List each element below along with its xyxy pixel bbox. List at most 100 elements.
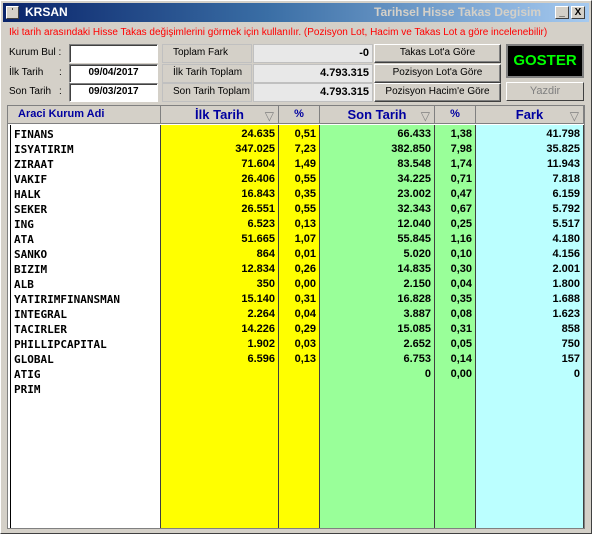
cell-ilk[interactable]: 15.140	[161, 292, 278, 307]
cell-ilk[interactable]: 51.665	[161, 232, 278, 247]
cell-fark[interactable]: 858	[476, 322, 583, 337]
cell-fark[interactable]: 2.001	[476, 262, 583, 277]
header-son-tarih[interactable]: Son Tarih ▽	[320, 106, 435, 124]
cell-p2[interactable]	[435, 382, 475, 397]
pozisyon-lot-button[interactable]: Pozisyon Lot'a Göre	[374, 64, 501, 83]
cell-p1[interactable]: 0,55	[279, 172, 319, 187]
cell-fark[interactable]: 5.792	[476, 202, 583, 217]
cell-son[interactable]: 83.548	[320, 157, 434, 172]
cell-p2[interactable]: 0,31	[435, 322, 475, 337]
cell-ilk[interactable]: 16.843	[161, 187, 278, 202]
cell-son[interactable]: 23.002	[320, 187, 434, 202]
cell-ilk[interactable]: 347.025	[161, 142, 278, 157]
cell-son[interactable]: 66.433	[320, 127, 434, 142]
cell-p2[interactable]: 0,14	[435, 352, 475, 367]
cell-son[interactable]: 55.845	[320, 232, 434, 247]
row-kurum-name[interactable]: PHILLIPCAPITAL	[11, 337, 160, 352]
close-button[interactable]: X	[571, 6, 585, 19]
cell-ilk[interactable]: 6.523	[161, 217, 278, 232]
cell-son[interactable]: 382.850	[320, 142, 434, 157]
cell-ilk[interactable]: 14.226	[161, 322, 278, 337]
cell-p1[interactable]: 0,51	[279, 127, 319, 142]
cell-p1[interactable]: 0,03	[279, 337, 319, 352]
kurum-bul-input[interactable]	[69, 44, 158, 63]
yazdir-button[interactable]: Yazdir	[506, 82, 584, 101]
cell-son[interactable]: 3.887	[320, 307, 434, 322]
row-kurum-name[interactable]: ALB	[11, 277, 160, 292]
cell-ilk[interactable]: 864	[161, 247, 278, 262]
cell-p1[interactable]: 0,13	[279, 217, 319, 232]
cell-son[interactable]: 12.040	[320, 217, 434, 232]
cell-fark[interactable]: 4.156	[476, 247, 583, 262]
row-kurum-name[interactable]: ATA	[11, 232, 160, 247]
row-kurum-name[interactable]: SEKER	[11, 202, 160, 217]
cell-fark[interactable]: 5.517	[476, 217, 583, 232]
cell-ilk[interactable]	[161, 382, 278, 397]
cell-fark[interactable]: 4.180	[476, 232, 583, 247]
cell-p2[interactable]: 0,05	[435, 337, 475, 352]
cell-son[interactable]: 14.835	[320, 262, 434, 277]
cell-ilk[interactable]: 24.635	[161, 127, 278, 142]
cell-fark[interactable]: 1.688	[476, 292, 583, 307]
cell-p1[interactable]: 7,23	[279, 142, 319, 157]
cell-ilk[interactable]: 12.834	[161, 262, 278, 277]
cell-p2[interactable]: 1,38	[435, 127, 475, 142]
cell-p1[interactable]: 1,07	[279, 232, 319, 247]
cell-p1[interactable]: 0,31	[279, 292, 319, 307]
ilk-tarih-field[interactable]: 09/04/2017	[69, 64, 158, 83]
row-kurum-name[interactable]: ING	[11, 217, 160, 232]
cell-son[interactable]: 5.020	[320, 247, 434, 262]
cell-p2[interactable]: 1,74	[435, 157, 475, 172]
app-icon[interactable]: ʾ	[6, 6, 19, 19]
cell-fark[interactable]: 157	[476, 352, 583, 367]
row-kurum-name[interactable]: ZIRAAT	[11, 157, 160, 172]
cell-p2[interactable]: 0,47	[435, 187, 475, 202]
cell-son[interactable]	[320, 382, 434, 397]
row-kurum-name[interactable]: FINANS	[11, 127, 160, 142]
row-kurum-name[interactable]: TACIRLER	[11, 322, 160, 337]
cell-p2[interactable]: 0,00	[435, 367, 475, 382]
cell-p1[interactable]: 0,29	[279, 322, 319, 337]
cell-fark[interactable]: 1.800	[476, 277, 583, 292]
cell-p2[interactable]: 0,08	[435, 307, 475, 322]
cell-fark[interactable]: 6.159	[476, 187, 583, 202]
cell-son[interactable]: 0	[320, 367, 434, 382]
cell-p2[interactable]: 0,25	[435, 217, 475, 232]
cell-p1[interactable]: 0,00	[279, 277, 319, 292]
cell-p2[interactable]: 0,67	[435, 202, 475, 217]
cell-fark[interactable]: 7.818	[476, 172, 583, 187]
cell-son[interactable]: 32.343	[320, 202, 434, 217]
header-ilk-tarih[interactable]: İlk Tarih ▽	[161, 106, 279, 124]
cell-p2[interactable]: 0,71	[435, 172, 475, 187]
header-son-percent[interactable]: %	[435, 106, 476, 124]
cell-p2[interactable]: 0,04	[435, 277, 475, 292]
cell-fark[interactable]	[476, 382, 583, 397]
cell-p2[interactable]: 1,16	[435, 232, 475, 247]
minimize-button[interactable]: _	[555, 6, 569, 19]
cell-son[interactable]: 2.150	[320, 277, 434, 292]
row-kurum-name[interactable]: SANKO	[11, 247, 160, 262]
pozisyon-hacim-button[interactable]: Pozisyon Hacim'e Göre	[374, 83, 501, 102]
cell-ilk[interactable]: 26.551	[161, 202, 278, 217]
cell-p1[interactable]: 0,55	[279, 202, 319, 217]
son-tarih-field[interactable]: 09/03/2017	[69, 83, 158, 102]
cell-fark[interactable]: 35.825	[476, 142, 583, 157]
cell-p1[interactable]: 0,35	[279, 187, 319, 202]
cell-p1[interactable]	[279, 382, 319, 397]
cell-son[interactable]: 6.753	[320, 352, 434, 367]
cell-ilk[interactable]: 71.604	[161, 157, 278, 172]
title-bar[interactable]: ʾ KRSAN Tarihsel Hisse Takas Degisim _ X	[3, 3, 589, 22]
row-kurum-name[interactable]: GLOBAL	[11, 352, 160, 367]
header-fark[interactable]: Fark ▽	[476, 106, 584, 124]
cell-p1[interactable]: 0,13	[279, 352, 319, 367]
cell-ilk[interactable]: 1.902	[161, 337, 278, 352]
cell-son[interactable]: 15.085	[320, 322, 434, 337]
row-kurum-name[interactable]: ATIG	[11, 367, 160, 382]
cell-ilk[interactable]: 6.596	[161, 352, 278, 367]
cell-p1[interactable]: 0,01	[279, 247, 319, 262]
cell-fark[interactable]: 41.798	[476, 127, 583, 142]
cell-p1[interactable]: 1,49	[279, 157, 319, 172]
row-kurum-name[interactable]: VAKIF	[11, 172, 160, 187]
cell-ilk[interactable]: 2.264	[161, 307, 278, 322]
cell-p2[interactable]: 0,10	[435, 247, 475, 262]
